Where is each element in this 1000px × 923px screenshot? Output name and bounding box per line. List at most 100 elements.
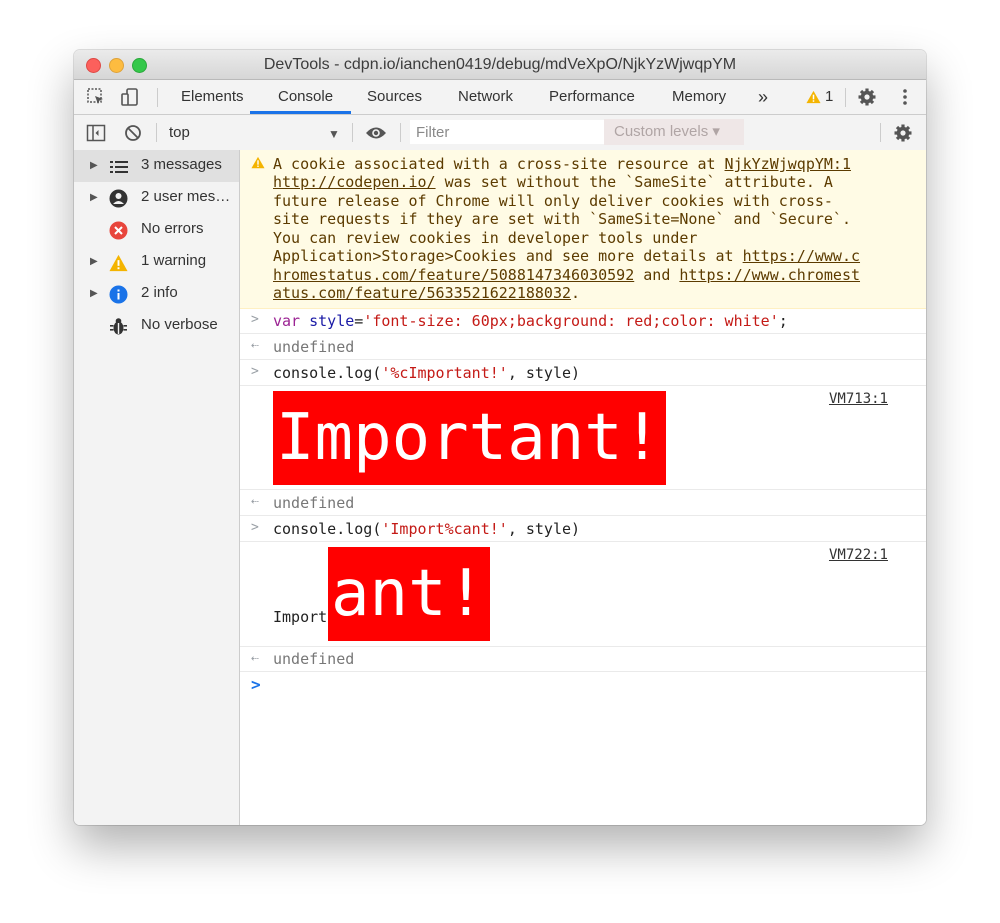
sidebar-item-user-messages[interactable]: ▶ 2 user mes… [74,182,239,214]
tab-memory[interactable]: Memory [672,80,726,114]
device-toolbar-icon[interactable] [118,80,142,114]
chromestatus-link-1[interactable]: hromestatus.com/feature/5088147346030592 [273,266,634,284]
sidebar-item-warnings[interactable]: ▶ 1 warning [74,246,239,278]
title-bar: DevTools - cdpn.io/ianchen0419/debug/mdV… [74,50,926,80]
sidebar-item-label: 3 messages [141,156,222,173]
input-chevron-icon: > [251,520,259,535]
result-arrow-icon: ⇠ [251,651,259,666]
code-call: console.log( [273,364,382,382]
log-levels-dropdown[interactable]: Custom levels ▾ [604,119,744,145]
sidebar-item-messages[interactable]: ▶ 3 messages [74,150,239,182]
result-value: undefined [273,650,355,668]
result-arrow-icon: ⇠ [251,494,259,509]
code-string: 'font-size: 60px;background: red;color: … [363,312,779,330]
console-result-row: ⇠ undefined [240,647,926,672]
chromestatus-link-2[interactable]: atus.com/feature/5633521622188032 [273,284,571,302]
console-warning-message: A cookie associated with a cross-site re… [240,150,926,309]
console-toolbar: top ▼ Custom levels ▾ [74,115,926,151]
inspect-element-icon[interactable] [84,80,108,114]
list-icon [109,157,128,176]
expand-arrow-icon[interactable]: ▶ [90,288,98,299]
code-string: 'Import%cant!' [381,520,508,538]
plain-log-text: Import [273,608,328,626]
warning-count[interactable]: 1 [825,80,833,114]
console-input-row[interactable]: > var style='font-size: 60px;background:… [240,308,926,334]
source-link[interactable]: VM722:1 [829,547,888,563]
styled-log-text: Important! [273,391,667,485]
code-call: console.log( [273,520,382,538]
settings-gear-icon[interactable] [856,80,878,114]
console-log-output: VM713:1 Important! [240,386,926,490]
user-icon [109,189,128,208]
warning-text: Application>Storage>Cookies and see more… [273,247,743,265]
more-tabs-button[interactable]: » [758,80,768,114]
source-link[interactable]: VM713:1 [829,391,888,407]
result-value: undefined [273,494,355,512]
console-prompt-chevron-icon[interactable]: > [251,675,261,694]
sidebar-item-label: 2 user mes… [141,188,231,205]
tab-performance[interactable]: Performance [549,80,635,114]
sidebar-toggle-icon[interactable] [84,115,108,150]
sidebar-item-label: 2 info [141,284,178,301]
sidebar-item-label: 1 warning [141,252,207,269]
console-result-row: ⇠ undefined [240,490,926,516]
tab-network[interactable]: Network [458,80,513,114]
warning-icon [251,156,265,173]
warning-text: A cookie associated with a cross-site re… [273,155,725,173]
error-icon [109,221,128,240]
console-log-output: VM722:1 Import ant! [240,542,926,647]
warning-text: future release of Chrome will only deliv… [273,192,833,210]
expand-arrow-icon[interactable]: ▶ [90,160,98,171]
result-value: undefined [273,338,355,356]
code-call: , style) [507,520,581,538]
live-expression-eye-icon[interactable] [363,115,389,150]
chromestatus-link-1[interactable]: https://www.c [743,247,860,265]
code-string: '%cImportant!' [381,364,508,382]
warning-text: was set without the `SameSite` attribute… [435,173,833,191]
info-icon [109,285,128,304]
sidebar-item-label: No verbose [141,316,218,333]
code-variable: style [309,312,355,330]
tab-sources[interactable]: Sources [367,80,422,114]
console-settings-gear-icon[interactable] [892,115,914,150]
chromestatus-link-2[interactable]: https://www.chromest [679,266,860,284]
console-output: A cookie associated with a cross-site re… [240,150,926,825]
input-chevron-icon: > [251,312,259,327]
tab-elements[interactable]: Elements [181,80,244,114]
code-punct: ; [778,312,788,330]
styled-log-text: ant! [328,547,491,641]
active-tab-indicator [250,111,351,114]
context-dropdown-arrow-icon[interactable]: ▼ [328,127,340,141]
warning-text: . [571,284,581,302]
console-input-row[interactable]: > console.log('Import%cant!', style) [240,516,926,542]
warning-text: and [634,266,680,284]
codepen-link[interactable]: http://codepen.io/ [273,173,436,191]
tab-console[interactable]: Console [278,80,333,114]
code-call: , style) [507,364,581,382]
expand-arrow-icon[interactable]: ▶ [90,256,98,267]
devtools-window: DevTools - cdpn.io/ianchen0419/debug/mdV… [74,50,926,825]
code-operator: = [354,312,364,330]
console-sidebar: ▶ 3 messages ▶ 2 user mes… No errors ▶ 1… [74,150,240,825]
filter-input[interactable] [410,120,612,144]
console-result-row: ⇠ undefined [240,334,926,360]
warning-text: You can review cookies in developer tool… [273,229,698,247]
execution-context-select[interactable]: top [169,115,190,150]
warning-text: site requests if they are set with `Same… [273,210,851,228]
warning-icon[interactable] [805,80,821,114]
more-options-icon[interactable] [896,80,914,114]
sidebar-item-errors[interactable]: No errors [74,214,239,246]
clear-console-icon[interactable] [122,115,144,150]
code-keyword: var [273,312,301,330]
panel-tab-bar: Elements Console Sources Network Perform… [74,80,926,115]
sidebar-item-verbose[interactable]: No verbose [74,310,239,342]
result-arrow-icon: ⇠ [251,338,259,353]
sidebar-item-label: No errors [141,220,204,237]
warning-source-link[interactable]: NjkYzWjwqpYM:1 [725,155,851,173]
sidebar-item-info[interactable]: ▶ 2 info [74,278,239,310]
window-title: DevTools - cdpn.io/ianchen0419/debug/mdV… [263,56,737,73]
bug-icon [109,317,128,336]
expand-arrow-icon[interactable]: ▶ [90,192,98,203]
console-input-row[interactable]: > console.log('%cImportant!', style) [240,360,926,386]
warning-icon [109,253,128,272]
